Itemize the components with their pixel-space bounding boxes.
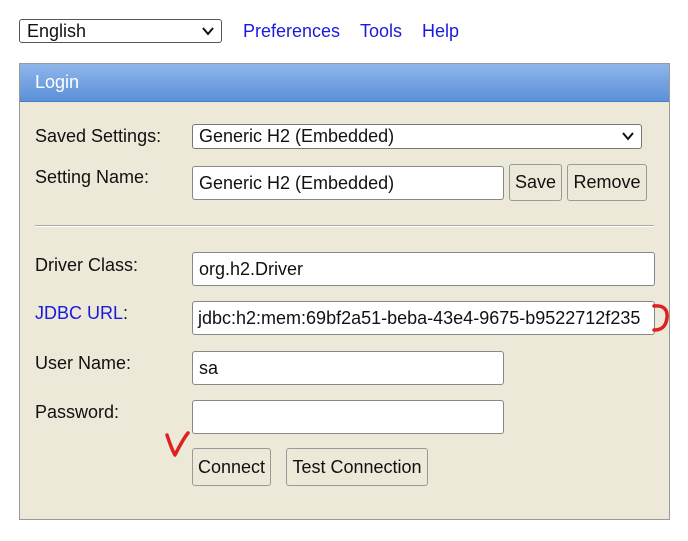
jdbc-url-input[interactable]: jdbc:h2:mem:69bf2a51-beba-43e4-9675-b952… — [192, 301, 655, 335]
checkmark-annotation — [165, 431, 190, 457]
password-input[interactable] — [192, 400, 504, 434]
login-panel: Login Saved Settings: Generic H2 (Embedd… — [19, 63, 670, 520]
panel-title: Login — [35, 72, 80, 92]
preferences-link[interactable]: Preferences — [243, 21, 340, 42]
password-label: Password: — [35, 402, 120, 422]
tools-link[interactable]: Tools — [360, 21, 402, 42]
user-name-label: User Name: — [35, 353, 132, 373]
user-name-input[interactable]: sa — [192, 351, 504, 385]
setting-name-label: Setting Name: — [35, 167, 150, 187]
chevron-down-icon — [622, 132, 634, 141]
language-select-value: English — [27, 21, 87, 41]
panel-header: Login — [20, 64, 669, 102]
save-button[interactable]: Save — [509, 164, 562, 201]
connect-button[interactable]: Connect — [192, 448, 271, 486]
setting-name-input[interactable]: Generic H2 (Embedded) — [192, 166, 504, 200]
driver-class-input[interactable]: org.h2.Driver — [192, 252, 655, 286]
saved-settings-select[interactable]: Generic H2 (Embedded) — [192, 124, 642, 149]
remove-button[interactable]: Remove — [567, 164, 647, 201]
divider — [35, 225, 654, 227]
driver-class-label: Driver Class: — [35, 255, 139, 275]
jdbc-url-label-suffix: : — [123, 303, 129, 323]
saved-settings-label: Saved Settings: — [35, 126, 162, 146]
test-connection-button[interactable]: Test Connection — [286, 448, 428, 486]
chevron-down-icon — [202, 27, 214, 36]
saved-settings-value: Generic H2 (Embedded) — [199, 126, 395, 146]
bracket-annotation — [652, 304, 669, 332]
jdbc-url-label: JDBC URL: — [35, 303, 128, 324]
jdbc-url-help-link[interactable]: JDBC URL — [35, 303, 123, 323]
language-select[interactable]: English — [19, 19, 222, 43]
help-link[interactable]: Help — [422, 21, 459, 42]
